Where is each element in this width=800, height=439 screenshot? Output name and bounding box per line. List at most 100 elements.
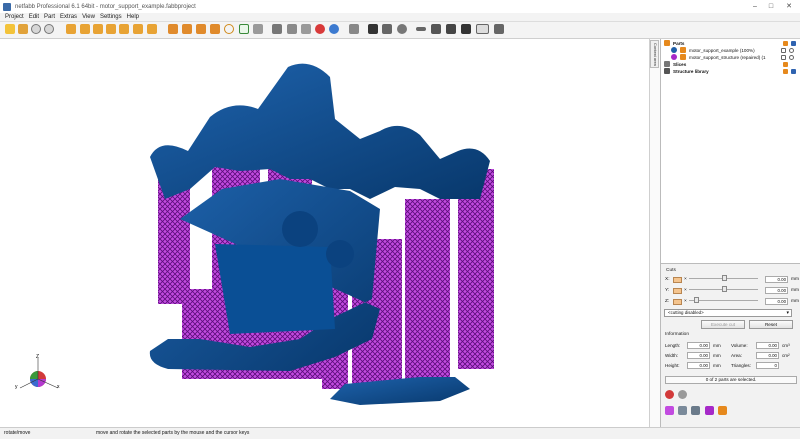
- select-cursor-icon[interactable]: [239, 24, 249, 34]
- info-length-unit: mm: [713, 342, 721, 348]
- export-icon[interactable]: [44, 24, 54, 34]
- magnifier-icon[interactable]: [224, 24, 234, 34]
- selection-status: 0 of 2 parts are selected.: [665, 376, 797, 384]
- parts-add-icon[interactable]: [783, 41, 788, 46]
- menu-help[interactable]: Help: [127, 14, 139, 20]
- cut-y-slider[interactable]: [688, 285, 759, 293]
- context-area-tab[interactable]: Context area: [650, 40, 659, 68]
- cut-y-color-swatch[interactable]: [673, 287, 683, 294]
- menu-part[interactable]: Part: [44, 14, 55, 20]
- cut-x-close-icon[interactable]: ×: [684, 277, 687, 282]
- add-part-icon[interactable]: [31, 24, 41, 34]
- minus-icon[interactable]: [416, 27, 426, 31]
- slices-add-icon[interactable]: [783, 62, 788, 67]
- move-part-icon[interactable]: [287, 24, 297, 34]
- sphere-icon[interactable]: [678, 390, 687, 399]
- menu-extras[interactable]: Extras: [60, 14, 77, 20]
- cut-z-color-swatch[interactable]: [673, 298, 683, 305]
- execute-cut-button[interactable]: Execute cut: [701, 320, 745, 329]
- cut-icon[interactable]: [349, 24, 359, 34]
- part-settings-icon[interactable]: [789, 55, 794, 60]
- part-settings-icon[interactable]: [789, 48, 794, 53]
- cut-mode-select[interactable]: <cutting disabled> ▾: [664, 309, 792, 317]
- rotate-part-icon[interactable]: [301, 24, 311, 34]
- tree-parts-label: Parts: [673, 40, 685, 46]
- view-iso-icon[interactable]: [147, 24, 157, 34]
- repair-icon[interactable]: [315, 24, 325, 34]
- zoom-box-icon[interactable]: [196, 24, 206, 34]
- cut-mode-value: <cutting disabled>: [668, 310, 704, 315]
- minimize-button[interactable]: –: [748, 1, 762, 11]
- cut-x-slider-knob[interactable]: [721, 274, 727, 281]
- view-back-icon[interactable]: [93, 24, 103, 34]
- 3d-viewport[interactable]: Z y x: [0, 39, 650, 427]
- cut-z-slider[interactable]: [688, 296, 759, 304]
- pan-view-icon[interactable]: [182, 24, 192, 34]
- info-width-unit: mm: [713, 352, 721, 358]
- export-part-icon[interactable]: [718, 406, 727, 415]
- new-project-icon[interactable]: [5, 24, 15, 34]
- zoom-all-icon[interactable]: [210, 24, 220, 34]
- information-section-label: Information: [665, 332, 689, 337]
- arrange-icon[interactable]: [382, 24, 392, 34]
- project-tree: Parts motor_support_example (100%) motor…: [661, 39, 800, 264]
- support-structure-icon[interactable]: [705, 406, 714, 415]
- cut-y-close-icon[interactable]: ×: [684, 288, 687, 293]
- info-width-value: 0.00: [687, 351, 710, 359]
- cut-y-value[interactable]: 0.00: [765, 287, 789, 294]
- cut-z-close-icon[interactable]: ×: [684, 299, 687, 304]
- view-front-icon[interactable]: [80, 24, 90, 34]
- menu-settings[interactable]: Settings: [100, 14, 122, 20]
- structure-library-icon: [664, 68, 670, 74]
- view-top-icon[interactable]: [66, 24, 76, 34]
- view-right-icon[interactable]: [119, 24, 129, 34]
- structure-add-icon[interactable]: [783, 69, 788, 74]
- close-button[interactable]: ✕: [780, 1, 798, 11]
- cut-y-row: Y: × 0.00 mm: [665, 285, 799, 295]
- tree-part-item-label: motor_support_example (100%): [689, 47, 755, 53]
- axis-label-x: x: [57, 384, 60, 390]
- fix-part-icon[interactable]: [272, 24, 282, 34]
- cut-z-value[interactable]: 0.00: [765, 298, 789, 305]
- cut-x-color-swatch[interactable]: [673, 276, 683, 283]
- info-volume-unit: cm³: [782, 342, 790, 348]
- target-icon[interactable]: [665, 390, 674, 399]
- cut-y-slider-knob[interactable]: [721, 285, 727, 292]
- gears-icon[interactable]: [678, 406, 687, 415]
- open-project-icon[interactable]: [18, 24, 28, 34]
- info-area-row: Area: 0.00 cm²: [731, 351, 790, 359]
- title-bar: netfabb Professional 6.1 64bit - motor_s…: [0, 0, 800, 13]
- gear-icon[interactable]: [397, 24, 407, 34]
- color-icon[interactable]: [329, 24, 339, 34]
- info-triangles-value: 0: [756, 361, 779, 369]
- rotate-view-icon[interactable]: [168, 24, 178, 34]
- axis-gizmo: Z y x: [15, 354, 60, 390]
- color-palette-icon[interactable]: [665, 406, 674, 415]
- checkmark-icon[interactable]: [431, 24, 441, 34]
- support-icon[interactable]: [494, 24, 504, 34]
- part-info-icon[interactable]: [781, 55, 786, 60]
- text-label-icon[interactable]: [476, 24, 489, 34]
- ruler-icon[interactable]: [446, 24, 456, 34]
- cut-x-slider[interactable]: [688, 274, 759, 282]
- menu-edit[interactable]: Edit: [29, 14, 39, 20]
- status-mode: rotate/move: [4, 430, 31, 436]
- cut-x-value[interactable]: 0.00: [765, 276, 789, 283]
- structure-plus-icon[interactable]: [791, 69, 796, 74]
- menu-view[interactable]: View: [82, 14, 95, 20]
- view-bottom-icon[interactable]: [133, 24, 143, 34]
- parts-import-icon[interactable]: [791, 41, 796, 46]
- pen-icon[interactable]: [461, 24, 471, 34]
- add-icon[interactable]: [368, 24, 378, 34]
- tree-structure-node[interactable]: Structure library: [664, 67, 709, 75]
- axis-label-z: Z: [36, 354, 39, 360]
- tools-icon[interactable]: [691, 406, 700, 415]
- info-volume-value: 0.00: [756, 341, 779, 349]
- part-info-icon[interactable]: [781, 48, 786, 53]
- menu-project[interactable]: Project: [5, 14, 24, 20]
- reset-button[interactable]: Reset: [749, 320, 793, 329]
- measure-icon[interactable]: [253, 24, 263, 34]
- maximize-button[interactable]: □: [764, 1, 778, 11]
- view-left-icon[interactable]: [106, 24, 116, 34]
- cut-z-slider-knob[interactable]: [693, 296, 699, 303]
